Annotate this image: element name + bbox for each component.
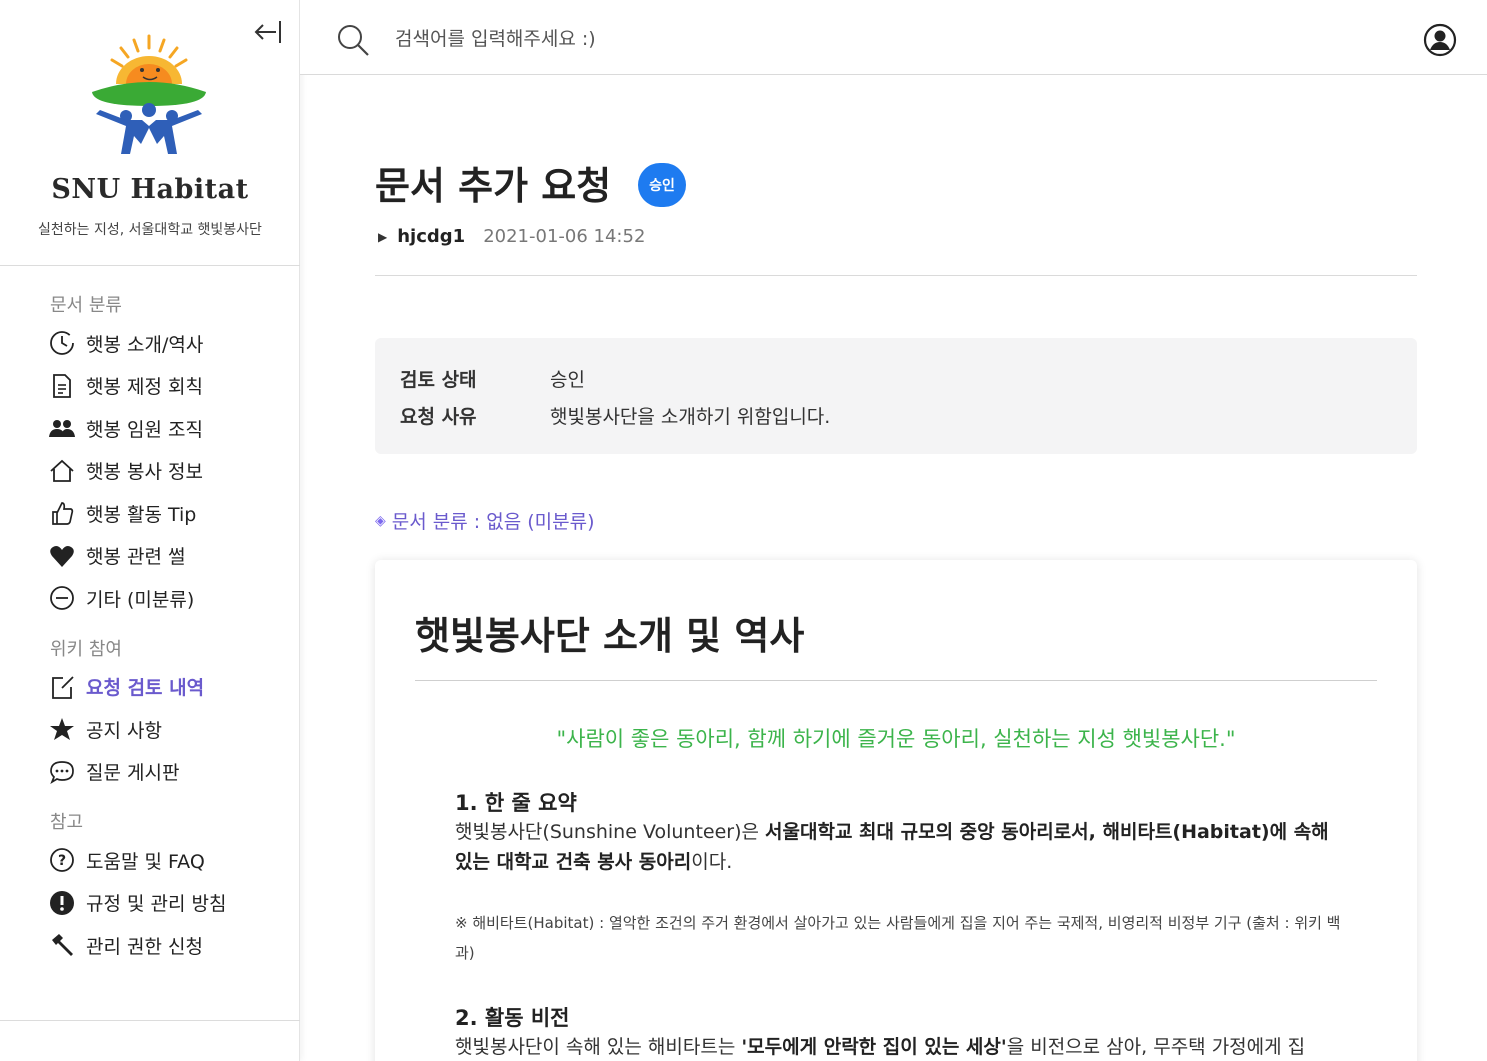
thumbs-up-icon (48, 499, 76, 527)
sidebar-item-rules[interactable]: 규정 및 관리 방침 (0, 882, 300, 925)
sidebar-divider-bottom (0, 1020, 300, 1021)
section-1-title: 1. 한 줄 요약 (455, 791, 577, 815)
sidebar-item-intro-history[interactable]: 햇봉 소개/역사 (0, 322, 300, 365)
clock-icon (48, 329, 76, 357)
text-span: 햇빛봉사단이 속해 있는 해비타트는 (455, 1036, 742, 1058)
document-category: ◈ 문서 분류 : 없음 (미분류) (375, 507, 595, 534)
hammer-icon (48, 931, 76, 959)
document-preview-card: 햇빛봉사단 소개 및 역사 "사람이 좋은 동아리, 함께 하기에 즐거운 동아… (375, 560, 1417, 1061)
sidebar-item-notice[interactable]: 공지 사항 (0, 708, 300, 751)
sidebar-item-uncategorized[interactable]: 기타 (미분류) (0, 577, 300, 620)
sidebar-item-label: 질문 게시판 (86, 762, 180, 785)
user-account-icon[interactable] (1423, 23, 1457, 57)
sidebar-item-label: 햇봉 제정 회칙 (86, 376, 203, 399)
sidebar: SNU Habitat 실천하는 지성, 서울대학교 햇빛봉사단 문서 분류 햇… (0, 0, 300, 1061)
minus-circle-icon (48, 584, 76, 612)
sidebar-item-officers[interactable]: 햇봉 임원 조직 (0, 407, 300, 450)
sidebar-item-label: 관리 권한 신청 (86, 935, 203, 958)
nav-heading-category: 문서 분류 (50, 295, 122, 316)
topbar (300, 0, 1487, 75)
sidebar-item-label: 햇봉 임원 조직 (86, 418, 203, 441)
edit-icon (48, 673, 76, 701)
search-input[interactable] (395, 20, 1095, 58)
section-2-paragraph: 햇빛봉사단이 속해 있는 해비타트는 '모두에게 안락한 집이 있는 세상'을 … (455, 1032, 1345, 1061)
sidebar-item-volunteer-info[interactable]: 햇봉 봉사 정보 (0, 450, 300, 493)
review-reason-label: 요청 사유 (400, 406, 477, 428)
request-meta: ▶ hjcdg1 2021-01-06 14:52 (378, 226, 645, 247)
sidebar-item-review-history[interactable]: 요청 검토 내역 (0, 666, 300, 709)
request-date: 2021-01-06 14:52 (483, 226, 646, 247)
review-reason-value: 햇빛봉사단을 소개하기 위함입니다. (550, 406, 831, 428)
collapse-sidebar-icon[interactable] (252, 18, 284, 46)
main-divider (375, 275, 1417, 276)
sidebar-item-label: 공지 사항 (86, 719, 162, 742)
document-quote: "사람이 좋은 동아리, 함께 하기에 즐거운 동아리, 실천하는 지성 햇빛봉… (556, 727, 1236, 751)
section-2-title: 2. 활동 비전 (455, 1006, 570, 1030)
section-1-note: ※ 해비타트(Habitat) : 열악한 조건의 주거 환경에서 살아가고 있… (455, 914, 1341, 962)
document-divider (415, 680, 1377, 681)
category-link[interactable]: 문서 분류 : 없음 (미분류) (392, 507, 595, 534)
review-status-row: 검토 상태 승인 (400, 365, 585, 392)
page-title: 문서 추가 요청 (375, 164, 612, 208)
triangle-right-icon[interactable]: ▶ (378, 230, 387, 244)
sidebar-item-stories[interactable]: 햇봉 관련 썰 (0, 535, 300, 578)
search-icon[interactable] (335, 22, 371, 58)
sidebar-item-activity-tip[interactable]: 햇봉 활동 Tip (0, 492, 300, 535)
brand-tagline: 실천하는 지성, 서울대학교 햇빛봉사단 (38, 222, 262, 238)
sidebar-item-label: 기타 (미분류) (86, 588, 195, 611)
review-info-box: 검토 상태 승인 요청 사유 햇빛봉사단을 소개하기 위함입니다. (375, 338, 1417, 454)
star-icon (48, 715, 76, 743)
svg-text:?: ? (58, 853, 66, 869)
question-circle-icon: ? (48, 846, 76, 874)
review-reason-row: 요청 사유 햇빛봉사단을 소개하기 위함입니다. (400, 402, 830, 429)
nav-heading-wiki: 위키 참여 (50, 638, 122, 660)
review-status-value: 승인 (550, 369, 585, 391)
status-badge: 승인 (638, 163, 686, 207)
brand-title[interactable]: SNU Habitat (0, 174, 300, 205)
document-icon (48, 372, 76, 400)
sidebar-item-label: 햇봉 봉사 정보 (86, 461, 203, 484)
review-status-label: 검토 상태 (400, 369, 477, 391)
sidebar-item-label: 햇봉 활동 Tip (86, 503, 197, 526)
chat-bubble-icon (48, 758, 76, 786)
sidebar-item-label: 도움말 및 FAQ (86, 850, 205, 873)
sidebar-item-label: 요청 검토 내역 (86, 677, 205, 700)
diamond-icon: ◈ (375, 512, 386, 529)
sidebar-item-label: 규정 및 관리 방침 (86, 893, 227, 916)
people-icon (48, 414, 76, 442)
sidebar-item-label: 햇봉 관련 썰 (86, 546, 186, 569)
sidebar-divider (0, 265, 300, 266)
sidebar-nav: 문서 분류 햇봉 소개/역사 햇봉 제정 회칙 햇봉 임원 조직 햇봉 봉사 정… (0, 290, 300, 967)
sidebar-item-label: 햇봉 소개/역사 (86, 333, 204, 356)
exclamation-circle-icon (48, 889, 76, 917)
heart-icon (48, 542, 76, 570)
section-1-paragraph: 햇빛봉사단(Sunshine Volunteer)은 서울대학교 최대 규모의 … (455, 817, 1345, 877)
sidebar-item-qna[interactable]: 질문 게시판 (0, 751, 300, 794)
sidebar-item-admin-request[interactable]: 관리 권한 신청 (0, 924, 300, 967)
sidebar-item-bylaws[interactable]: 햇봉 제정 회칙 (0, 365, 300, 408)
author-name[interactable]: hjcdg1 (397, 226, 465, 247)
document-title: 햇빛봉사단 소개 및 역사 (415, 614, 805, 658)
text-span: 을 비전으로 삼아, 무주택 가정에게 집 (1006, 1036, 1306, 1058)
text-span: 햇빛봉사단(Sunshine Volunteer)은 (455, 821, 766, 843)
sidebar-item-faq[interactable]: ? 도움말 및 FAQ (0, 839, 300, 882)
text-span: 이다. (691, 851, 733, 873)
bold-span: '모두에게 안락한 집이 있는 세상' (741, 1036, 1007, 1058)
habitat-logo[interactable] (86, 32, 212, 162)
home-icon (48, 457, 76, 485)
nav-heading-reference: 참고 (50, 812, 84, 833)
